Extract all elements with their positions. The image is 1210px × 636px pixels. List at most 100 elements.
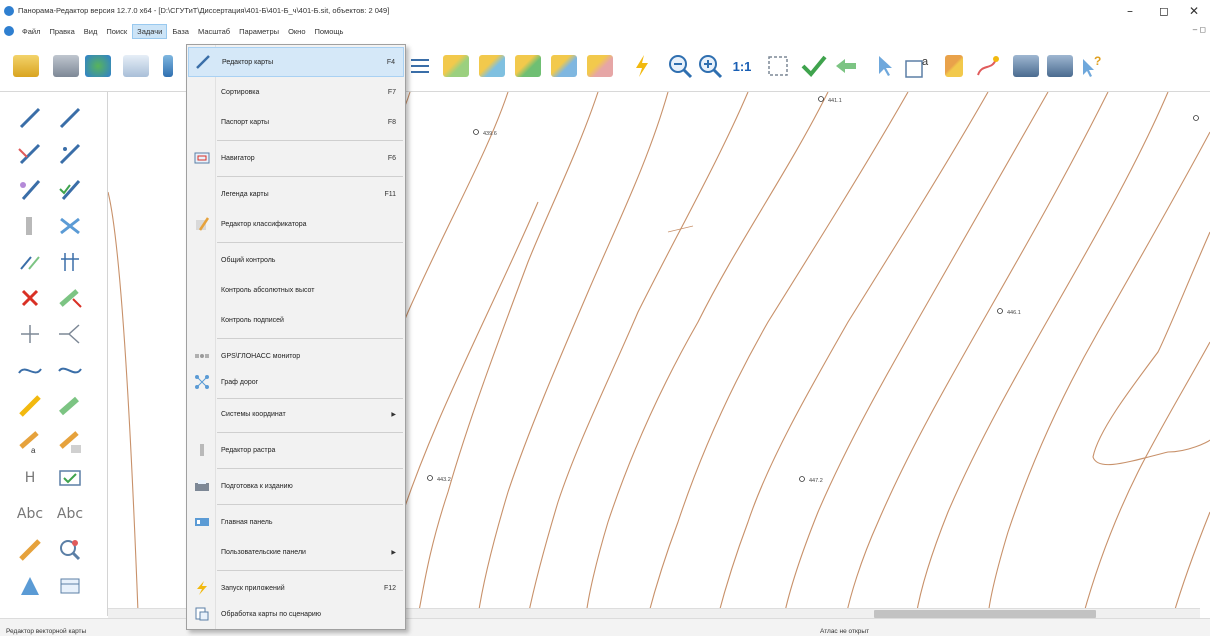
crossing-tool-icon[interactable]	[52, 208, 88, 244]
tag-icon[interactable]	[440, 50, 472, 82]
move-tool-icon[interactable]	[52, 388, 88, 424]
menu-app-icon[interactable]	[4, 26, 14, 36]
menu-item-absolute-heights-control[interactable]: Контроль абсолютных высот	[188, 275, 404, 305]
spot-height-marker[interactable]	[1193, 115, 1199, 121]
cut-tool-icon[interactable]	[12, 244, 48, 280]
menu-file[interactable]: Файл	[18, 25, 44, 38]
menu-item-sorting[interactable]: Сортировка F7	[188, 77, 404, 107]
menu-item-navigator[interactable]: Навигатор F6	[188, 143, 404, 173]
text-tool-2[interactable]: Abc	[52, 496, 88, 532]
point-tool-icon[interactable]	[12, 316, 48, 352]
spot-height-label: 443.2	[437, 477, 451, 483]
edit-object-tool-icon[interactable]	[12, 172, 48, 208]
menu-parameters[interactable]: Параметры	[235, 25, 283, 38]
branch-tool-icon[interactable]	[52, 316, 88, 352]
tag-add-icon[interactable]	[512, 50, 544, 82]
check-icon[interactable]	[798, 50, 830, 82]
menu-view[interactable]: Вид	[80, 25, 102, 38]
menu-item-general-control[interactable]: Общий контроль	[188, 245, 404, 275]
open-icon[interactable]	[10, 50, 42, 82]
table-tool-icon[interactable]	[52, 568, 88, 604]
edit-line-tool-icon[interactable]	[12, 136, 48, 172]
menu-item-shortcut: F12	[383, 584, 396, 592]
curve-tool-icon[interactable]	[12, 352, 48, 388]
menu-item-user-panels[interactable]: Пользовательские панели ▶	[188, 537, 404, 567]
window-title: Панорама-Редактор версия 12.7.0 x64 - [D…	[18, 6, 390, 15]
lightning-icon[interactable]	[626, 50, 658, 82]
menu-item-classifier-editor[interactable]: Редактор классификатора	[188, 209, 404, 239]
menu-item-print-preparation[interactable]: Подготовка к изданию	[188, 471, 404, 501]
delete-tool-icon[interactable]	[12, 280, 48, 316]
globe-icon[interactable]	[82, 50, 114, 82]
semantics-tool-icon[interactable]	[52, 460, 88, 496]
menu-database[interactable]: База	[168, 25, 193, 38]
route-icon[interactable]	[972, 50, 1004, 82]
database-icon[interactable]	[120, 50, 152, 82]
zoom-in-glyph	[699, 55, 723, 79]
scale-1-1-button[interactable]: 1:1	[726, 50, 758, 82]
search-add-tool-icon[interactable]	[52, 532, 88, 568]
cursor-glyph	[879, 56, 892, 76]
scrollbar-thumb[interactable]	[874, 610, 1096, 618]
draw-polyline-tool-icon[interactable]	[52, 100, 88, 136]
menu-window[interactable]: Окно	[284, 25, 309, 38]
spot-height-marker[interactable]: 447.2	[799, 476, 823, 485]
draw-line-tool-icon[interactable]	[12, 100, 48, 136]
list-glyph	[411, 59, 429, 73]
zoom-out-glyph	[669, 55, 693, 79]
reshape-tool-icon[interactable]	[52, 136, 88, 172]
pencil-tool-icon[interactable]	[12, 388, 48, 424]
smooth-tool-icon[interactable]	[52, 352, 88, 388]
delete-part-tool-icon[interactable]	[52, 280, 88, 316]
menu-help[interactable]: Помощь	[311, 25, 348, 38]
cursor-icon[interactable]	[868, 50, 900, 82]
confirm-edit-tool-icon[interactable]	[52, 172, 88, 208]
back-arrow-icon[interactable]	[830, 50, 862, 82]
menu-item-shortcut: F8	[387, 118, 396, 126]
svg-text:a: a	[922, 56, 929, 68]
printer-2-icon[interactable]	[1044, 50, 1076, 82]
menu-search[interactable]: Поиск	[102, 25, 131, 38]
menu-scale[interactable]: Масштаб	[194, 25, 234, 38]
zoom-out-icon[interactable]	[664, 50, 696, 82]
script-icon	[194, 606, 210, 622]
menu-item-script-processing[interactable]: Обработка карты по сценарию	[188, 599, 404, 629]
menu-item-road-graph[interactable]: Граф дорог	[188, 367, 404, 397]
tag-edit-icon[interactable]	[476, 50, 508, 82]
menu-edit[interactable]: Правка	[45, 25, 78, 38]
menu-item-labels-control[interactable]: Контроль подписей	[188, 305, 404, 335]
menu-item-map-editor[interactable]: Редактор карты F4	[188, 47, 404, 77]
close-button[interactable]: ✕	[1174, 0, 1210, 22]
fit-window-icon[interactable]	[762, 50, 794, 82]
spot-height-marker[interactable]: 439.6	[473, 129, 497, 138]
text-tool[interactable]: Abc	[12, 496, 48, 532]
menu-item-map-passport[interactable]: Паспорт карты F8	[188, 107, 404, 137]
save-icon[interactable]	[50, 50, 82, 82]
menu-item-shortcut: F11	[384, 190, 396, 198]
menu-tasks[interactable]: Задачи	[132, 23, 168, 39]
label-pencil-tool-icon[interactable]: a	[12, 424, 48, 460]
list-icon[interactable]	[404, 50, 436, 82]
mdi-controls[interactable]: ‒ ◻	[1193, 25, 1206, 34]
text-label-icon[interactable]: a	[902, 50, 934, 82]
tag-delete-icon[interactable]	[584, 50, 616, 82]
menu-separator	[217, 504, 403, 505]
menu-item-main-panel[interactable]: Главная панель	[188, 507, 404, 537]
brush-icon[interactable]	[938, 50, 970, 82]
pencil-icon[interactable]	[152, 50, 184, 82]
zoom-in-icon[interactable]	[694, 50, 726, 82]
menu-item-coordinate-systems[interactable]: Системы координат ▶	[188, 399, 404, 429]
menu-item-map-legend[interactable]: Легенда карты F11	[188, 179, 404, 209]
raster-edit-tool-icon[interactable]	[12, 208, 48, 244]
label-align-tool-icon[interactable]	[52, 424, 88, 460]
menu-item-raster-editor[interactable]: Редактор растра	[188, 435, 404, 465]
pen-tool-icon[interactable]	[12, 532, 48, 568]
printer-icon[interactable]	[1010, 50, 1042, 82]
split-tool-icon[interactable]	[52, 244, 88, 280]
spot-height-marker[interactable]: 443.2	[427, 475, 451, 484]
tag-move-icon[interactable]	[548, 50, 580, 82]
spot-height-marker[interactable]: 446.1	[997, 308, 1021, 317]
symbol-tool-icon[interactable]	[12, 568, 48, 604]
help-cursor-icon[interactable]: ?	[1076, 50, 1108, 82]
height-tool[interactable]: H	[12, 460, 48, 496]
